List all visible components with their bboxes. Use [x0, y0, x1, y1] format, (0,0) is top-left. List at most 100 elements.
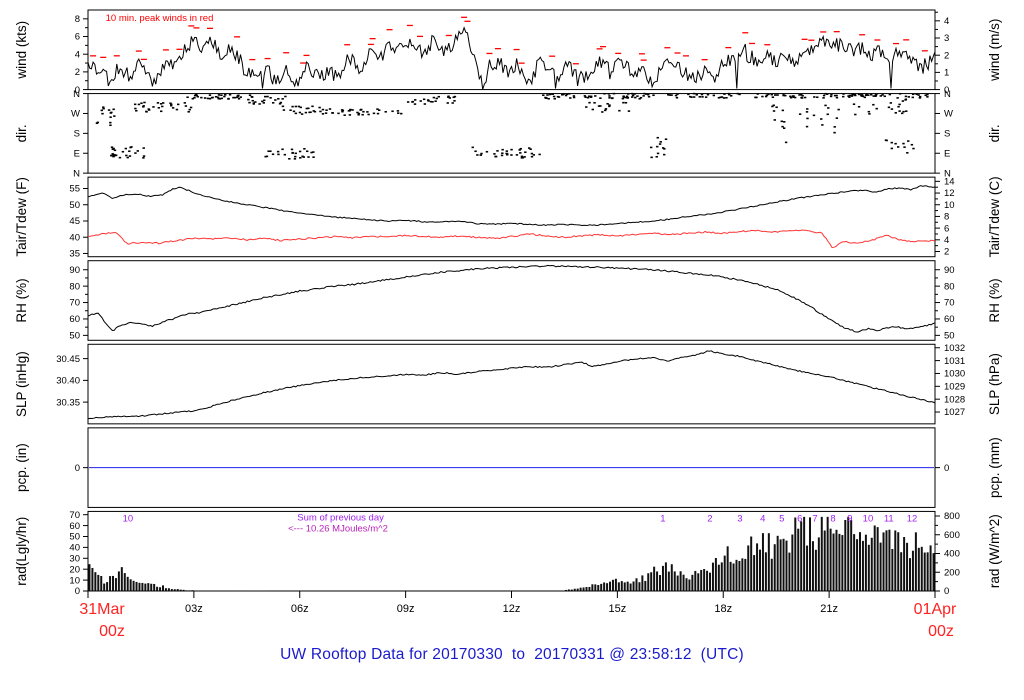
dir-dot — [622, 101, 625, 104]
dir-dot — [304, 111, 308, 114]
dir-dot — [905, 110, 908, 112]
dir-dot — [924, 94, 927, 97]
dir-dot — [261, 100, 264, 103]
left-tick-label: 30 — [69, 553, 80, 564]
dir-dot — [848, 94, 852, 97]
dir-dot — [885, 139, 888, 142]
dir-dot — [888, 93, 892, 96]
dir-dot — [700, 93, 704, 96]
dir-dot — [142, 147, 145, 149]
axis-label-left-pcp: pcp. (in) — [14, 443, 29, 492]
dir-dot — [107, 109, 111, 111]
dir-dot — [524, 151, 527, 154]
dir-dot — [493, 153, 496, 155]
dir-dot — [271, 102, 275, 104]
dir-dot — [291, 105, 294, 108]
dir-dot — [772, 110, 776, 112]
dir-dot — [631, 92, 634, 95]
dir-dot — [627, 110, 631, 112]
dir-dot — [208, 94, 212, 96]
axis-label-left-tair: Tair/Tdew (F) — [14, 177, 29, 257]
left-tick-label: 50 — [69, 200, 80, 211]
dir-dot — [572, 96, 576, 99]
right-tick-label: 60 — [944, 314, 955, 325]
dir-dot — [145, 110, 148, 113]
dir-dot — [663, 153, 666, 156]
dir-dot — [262, 102, 265, 104]
left-tick-label: 55 — [69, 184, 80, 195]
dir-dot — [292, 110, 296, 113]
left-tick-label: N — [73, 168, 80, 179]
dir-dot — [351, 109, 354, 111]
dir-dot — [176, 103, 180, 106]
dir-dot — [898, 103, 901, 106]
dir-dot — [480, 152, 483, 155]
dir-dot — [431, 101, 434, 103]
dir-dot — [396, 110, 400, 112]
dir-dot — [754, 96, 757, 99]
right-tick-label: N — [944, 89, 951, 100]
dir-dot — [109, 121, 112, 124]
dir-dot — [501, 152, 504, 155]
dir-dot — [291, 152, 294, 154]
dir-dot — [300, 113, 304, 115]
dir-dot — [510, 154, 513, 156]
dir-dot — [607, 93, 611, 95]
axis-label-left-rad: rad(Lgly/hr) — [14, 517, 29, 586]
dir-dot — [656, 152, 660, 155]
x-start-date: 31Mar — [79, 601, 125, 618]
dir-dot — [627, 93, 630, 95]
x-axis: 03z 06z 09z 12z 15z 18z 21z 31Mar 00z 01Apr 00z — [79, 590, 957, 640]
dir-dot — [200, 96, 203, 99]
left-tick-label: N — [73, 89, 80, 100]
dir-dot — [782, 93, 785, 95]
dir-dot — [591, 108, 594, 111]
dir-dot — [265, 155, 269, 158]
dir-dot — [147, 108, 150, 110]
dir-dot — [663, 148, 666, 150]
dir-dot — [542, 94, 545, 97]
dir-dot — [821, 124, 824, 126]
dir-dot — [121, 150, 125, 153]
dir-dot — [626, 97, 630, 99]
dir-dot — [171, 107, 175, 109]
dir-dot — [912, 147, 915, 150]
peak-winds-note: 10 min. peak winds in red — [106, 13, 214, 24]
dir-dot — [228, 93, 232, 96]
dir-dot — [357, 113, 360, 116]
dir-dot — [826, 93, 829, 95]
dir-dot — [134, 152, 137, 154]
dir-dot — [305, 107, 308, 110]
dir-dot — [917, 94, 920, 96]
right-tick-label: 1027 — [944, 407, 965, 418]
right-tick-label: 80 — [944, 281, 955, 292]
right-tick-label: 6 — [944, 223, 949, 234]
dir-dot — [857, 105, 861, 108]
dir-dot — [299, 106, 302, 109]
dir-dot — [135, 109, 138, 112]
left-tick-label: 70 — [69, 510, 80, 521]
dir-dot — [864, 94, 868, 97]
dir-dot — [603, 92, 606, 95]
slp_inhg-line — [87, 350, 936, 420]
dir-dot — [820, 118, 823, 120]
dir-dot — [822, 97, 825, 99]
dir-dot — [870, 93, 873, 96]
axis-label-left-slp: SLP (inHg) — [14, 351, 29, 417]
dir-dot — [606, 102, 609, 105]
dir-dot — [220, 94, 223, 97]
dir-dot — [594, 95, 597, 97]
dir-dot — [789, 95, 792, 98]
dir-dot — [111, 148, 114, 150]
tair_f-line — [87, 185, 936, 227]
dir-dot — [128, 150, 131, 153]
dir-dot — [889, 102, 893, 104]
dir-dot — [376, 112, 380, 115]
dir-dot — [852, 103, 856, 106]
rad-hour-marker: 1 — [660, 513, 665, 524]
dir-dot — [223, 95, 226, 98]
chart-canvas: 0246801234wind (kts) wind (m/s)10 min. pe… — [14, 9, 1002, 640]
dir-dot — [318, 106, 321, 109]
dir-dot — [264, 95, 267, 98]
dir-dot — [659, 141, 662, 143]
